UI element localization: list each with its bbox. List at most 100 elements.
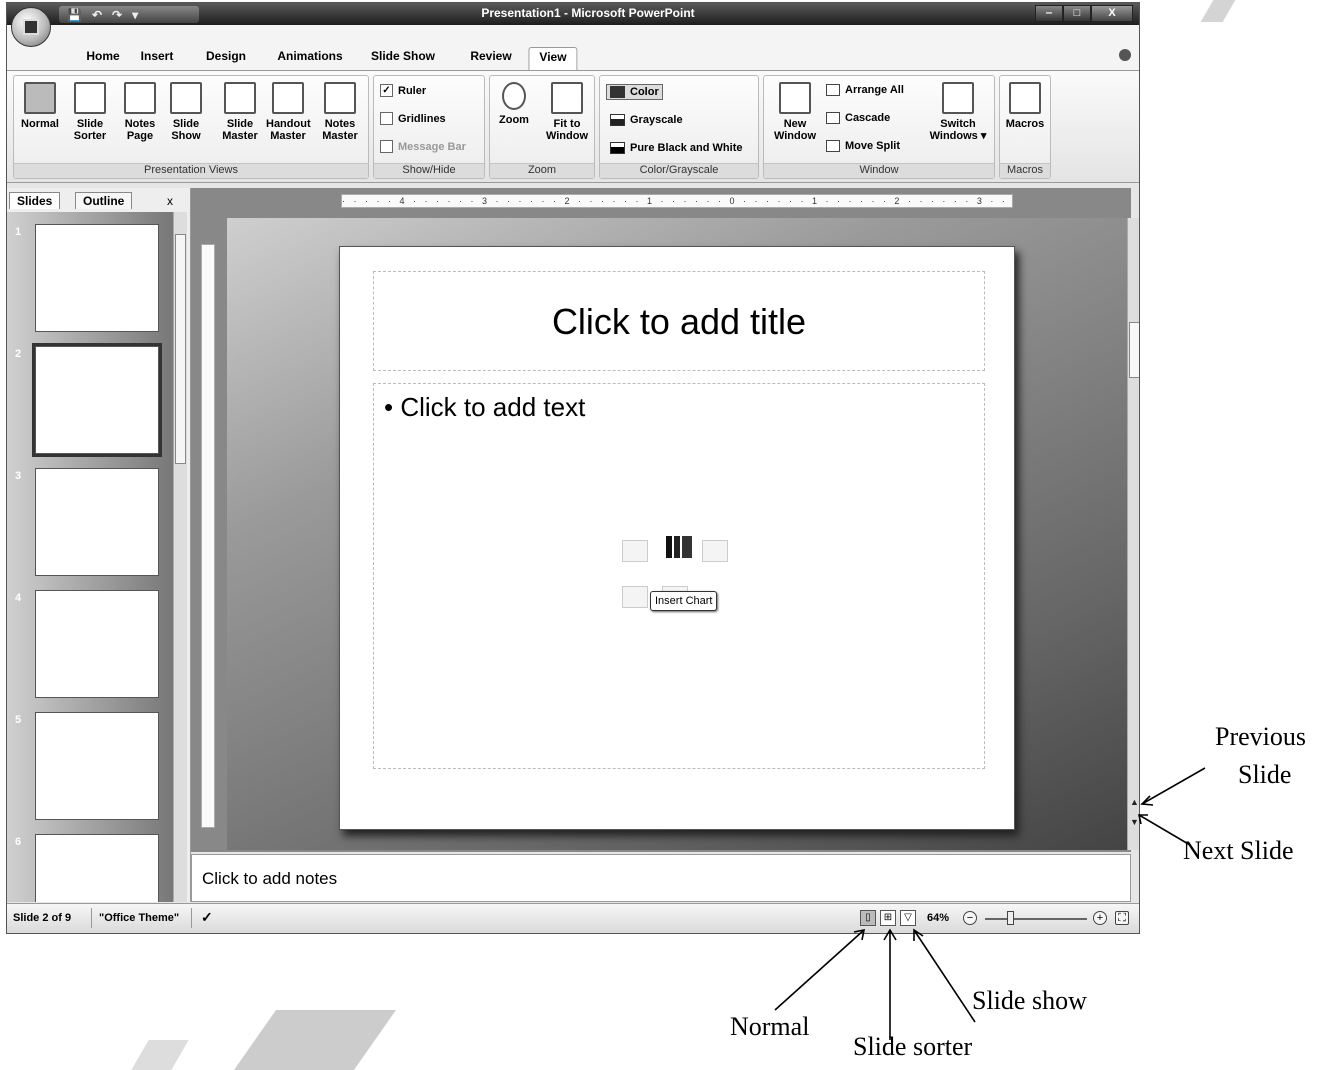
- slide-number: 2: [15, 348, 22, 360]
- fit-to-window-button[interactable]: Fit to Window: [542, 82, 592, 142]
- slide-thumbnail-1[interactable]: [35, 224, 159, 332]
- insert-table-icon[interactable]: [622, 540, 648, 562]
- arrange-all-button[interactable]: Arrange All: [826, 84, 904, 96]
- insert-chart-tooltip: Insert Chart: [650, 591, 718, 611]
- move-split-button[interactable]: Move Split: [826, 140, 900, 152]
- pure-black-white-button[interactable]: Pure Black and White: [610, 142, 742, 154]
- next-slide-button[interactable]: ▼: [1129, 816, 1139, 828]
- close-panel-icon[interactable]: x: [167, 194, 173, 208]
- close-button[interactable]: X: [1091, 5, 1133, 22]
- group-zoom: Zoom Fit to Window Zoom: [489, 75, 595, 179]
- color-swatch-icon: [610, 86, 625, 98]
- tab-review[interactable]: Review: [470, 49, 511, 63]
- slide-thumbnail-4[interactable]: [35, 590, 159, 698]
- slide-sorter-icon: [74, 82, 106, 114]
- tab-slide-show[interactable]: Slide Show: [371, 49, 435, 63]
- tab-outline[interactable]: Outline: [75, 192, 133, 209]
- group-label-show-hide: Show/Hide: [374, 163, 484, 178]
- divider: [91, 908, 92, 928]
- slide-thumbnail-5[interactable]: [35, 712, 159, 820]
- group-show-hide: ✓ Ruler Gridlines Message Bar Show/Hide: [373, 75, 485, 179]
- handout-master-button[interactable]: Handout Master: [266, 82, 311, 142]
- handout-master-icon: [272, 82, 304, 114]
- insert-smartart-icon[interactable]: [702, 540, 728, 562]
- grayscale-button[interactable]: Grayscale: [610, 114, 683, 126]
- tab-design[interactable]: Design: [206, 49, 246, 63]
- message-bar-label: Message Bar: [398, 140, 466, 153]
- slide-number: 3: [15, 470, 22, 482]
- slide-thumbnail-6[interactable]: [35, 834, 159, 902]
- zoom-button[interactable]: Zoom: [492, 82, 536, 126]
- notes-master-button[interactable]: Notes Master: [318, 82, 362, 142]
- ruler-checkbox[interactable]: ✓ Ruler: [380, 84, 426, 97]
- slide-thumbnail-3[interactable]: [35, 468, 159, 576]
- content-placeholder[interactable]: • Click to add text: [373, 383, 985, 769]
- title-bar: 💾 ↶ ↷ ▾ Presentation1 - Microsoft PowerP…: [7, 3, 1139, 25]
- slide-show-label: Slide Show: [171, 118, 201, 142]
- title-placeholder[interactable]: Click to add title: [373, 271, 985, 371]
- tab-insert[interactable]: Insert: [141, 49, 174, 63]
- arrange-all-icon: [826, 84, 840, 96]
- group-label-zoom: Zoom: [490, 163, 594, 178]
- grayscale-icon: [610, 114, 625, 126]
- horizontal-ruler: · · · · · 4 · · · · · · 3 · · · · · · 2 …: [341, 194, 1013, 208]
- slide-thumbnail-2[interactable]: [32, 343, 162, 457]
- maximize-button[interactable]: □: [1063, 5, 1091, 22]
- notes-master-icon: [324, 82, 356, 114]
- group-label-presentation-views: Presentation Views: [14, 163, 368, 178]
- notes-pane[interactable]: Click to add notes: [191, 854, 1131, 902]
- tab-home[interactable]: Home: [86, 49, 119, 63]
- message-bar-check-icon: [380, 140, 393, 153]
- cascade-button[interactable]: Cascade: [826, 112, 890, 124]
- insert-chart-icon[interactable]: [666, 536, 692, 558]
- editor-scrollbar[interactable]: ▲ ▼: [1127, 218, 1139, 850]
- tab-slides[interactable]: Slides: [9, 192, 61, 209]
- fit-slide-icon[interactable]: ⛶: [1115, 911, 1129, 925]
- new-window-label: New Window: [773, 118, 817, 142]
- ruler-check-icon: ✓: [380, 84, 393, 97]
- theme-name: "Office Theme": [99, 912, 180, 924]
- panel-scrollbar[interactable]: [173, 212, 187, 902]
- new-window-icon: [779, 82, 811, 114]
- macros-icon: [1009, 82, 1041, 114]
- color-button[interactable]: Color: [606, 84, 663, 100]
- grayscale-label: Grayscale: [630, 114, 683, 126]
- message-bar-checkbox[interactable]: Message Bar: [380, 140, 466, 153]
- tab-view[interactable]: View: [528, 47, 578, 70]
- slide-show-status-button[interactable]: ▽: [900, 910, 916, 926]
- insert-picture-icon[interactable]: [622, 586, 648, 608]
- normal-view-button[interactable]: Normal: [18, 82, 62, 130]
- notes-page-label: Notes Page: [124, 118, 156, 142]
- switch-windows-icon: [942, 82, 974, 114]
- help-icon[interactable]: [1119, 49, 1131, 61]
- slide-master-button[interactable]: Slide Master: [218, 82, 262, 142]
- ruler-label: Ruler: [398, 84, 427, 97]
- zoom-slider-thumb[interactable]: [1007, 911, 1014, 925]
- annotation-slide-show: Slide show: [972, 986, 1087, 1015]
- fit-to-window-label: Fit to Window: [545, 118, 589, 142]
- panel-scroll-thumb[interactable]: [175, 234, 186, 464]
- editor-scroll-thumb[interactable]: [1129, 322, 1139, 378]
- office-button[interactable]: [11, 7, 51, 47]
- new-window-button[interactable]: New Window: [768, 82, 822, 142]
- zoom-level[interactable]: 64%: [927, 912, 949, 924]
- switch-windows-button[interactable]: Switch Windows ▾: [928, 82, 988, 142]
- cascade-icon: [826, 112, 840, 124]
- spell-check-icon[interactable]: ✓: [201, 909, 213, 926]
- gridlines-checkbox[interactable]: Gridlines: [380, 112, 446, 125]
- previous-slide-button[interactable]: ▲: [1129, 796, 1139, 808]
- normal-view-status-button[interactable]: ▯: [860, 910, 876, 926]
- slide-sorter-label: Slide Sorter: [73, 118, 107, 142]
- slide-show-button[interactable]: Slide Show: [164, 82, 208, 142]
- slide-show-icon: [170, 82, 202, 114]
- notes-page-button[interactable]: Notes Page: [118, 82, 162, 142]
- office-logo-icon: [23, 19, 39, 35]
- macros-button[interactable]: Macros: [1003, 82, 1047, 130]
- zoom-in-button[interactable]: +: [1093, 911, 1107, 925]
- slide-sorter-status-button[interactable]: ⊞: [880, 910, 896, 926]
- zoom-slider[interactable]: [985, 918, 1087, 920]
- tab-animations[interactable]: Animations: [277, 49, 342, 63]
- slide-sorter-button[interactable]: Slide Sorter: [68, 82, 112, 142]
- zoom-out-button[interactable]: −: [963, 911, 977, 925]
- minimize-button[interactable]: ‒: [1035, 5, 1063, 22]
